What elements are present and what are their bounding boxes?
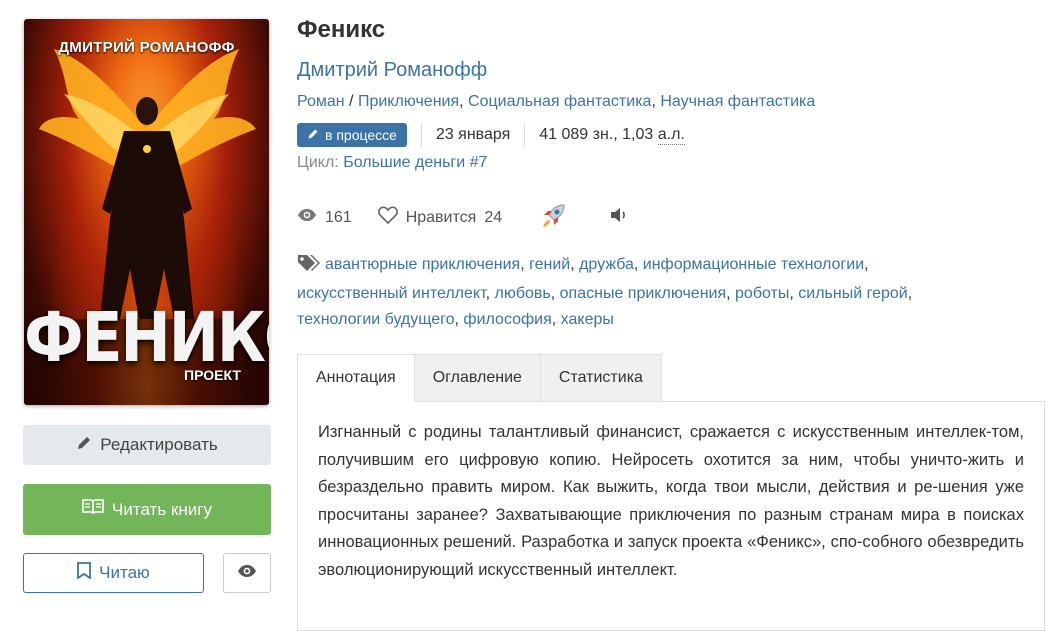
genre-link[interactable]: Научная фантастика: [660, 93, 815, 110]
tag-link[interactable]: искусственный интеллект: [297, 285, 486, 302]
tab-contents[interactable]: Оглавление: [414, 354, 541, 402]
genre-separator: ,: [651, 93, 661, 110]
cover-author: ДМИТРИЙ РОМАНОФФ: [58, 39, 235, 56]
tag-link[interactable]: хакеры: [561, 311, 614, 328]
genre-link[interactable]: Приключения: [358, 93, 459, 110]
tag-link[interactable]: гений: [529, 256, 570, 273]
genre-list: Роман / Приключения, Социальная фантасти…: [297, 93, 815, 111]
cover-subtitle: ПРОЕКТ: [184, 367, 241, 383]
audio-button[interactable]: [610, 207, 628, 228]
genre-link[interactable]: Роман: [297, 93, 345, 110]
edit-button-label: Редактировать: [100, 435, 218, 454]
genre-separator: ,: [459, 93, 469, 110]
tag-link[interactable]: опасные приключения: [560, 285, 726, 302]
open-book-icon: [82, 498, 104, 521]
pencil-icon: [307, 127, 319, 143]
cycle-number[interactable]: #7: [470, 154, 488, 171]
book-stats: 161 Нравится 24: [297, 201, 628, 234]
book-cover[interactable]: ДМИТРИЙ РОМАНОФФ ФЕНИКС ПРОЕКТ: [24, 19, 269, 405]
divider: [420, 123, 422, 147]
cycle-link[interactable]: Большие деньги: [343, 154, 465, 171]
tab-statistics[interactable]: Статистика: [540, 354, 662, 402]
bookmark-icon: [77, 562, 92, 584]
genre-separator: /: [344, 93, 358, 110]
read-book-button[interactable]: Читать книгу: [23, 484, 271, 535]
tag-link[interactable]: информационные технологии: [643, 256, 864, 273]
likes-label: Нравится: [405, 208, 477, 226]
heart-icon: [377, 206, 398, 229]
book-title: Феникс: [297, 16, 386, 43]
speaker-icon: [610, 207, 628, 228]
views-stat: 161: [297, 208, 352, 227]
rocket-icon: [540, 201, 568, 234]
promote-button[interactable]: [540, 201, 568, 234]
tag-link[interactable]: любовь: [495, 285, 551, 302]
annotation-panel: Изгнанный с родины талантливый финансист…: [297, 401, 1045, 631]
author-link[interactable]: Дмитрий Романофф: [297, 59, 487, 82]
read-book-button-label: Читать книгу: [112, 499, 212, 519]
annotation-text: Изгнанный с родины талантливый финансист…: [318, 423, 1024, 579]
tag-link[interactable]: сильный герой: [798, 285, 907, 302]
book-meta: в процессе 23 января 41 089 зн., 1,03 а.…: [297, 122, 685, 148]
publish-date: 23 января: [435, 126, 511, 143]
reading-button[interactable]: Читаю: [23, 553, 204, 593]
size-unit[interactable]: а.л.: [657, 126, 685, 145]
likes-count: 24: [484, 208, 503, 226]
edit-button[interactable]: Редактировать: [23, 425, 271, 465]
cycle-label: Цикл:: [297, 154, 339, 171]
tag-list: авантюрные приключения, гений, дружба, и…: [297, 254, 913, 328]
book-size: 41 089 зн., 1,03: [539, 126, 654, 143]
watch-button[interactable]: [223, 553, 271, 593]
tag-link[interactable]: роботы: [735, 285, 789, 302]
tag-link[interactable]: философия: [463, 311, 551, 328]
status-label: в процессе: [325, 127, 397, 143]
eye-icon: [237, 563, 257, 583]
status-badge: в процессе: [297, 123, 407, 147]
like-button[interactable]: Нравится 24: [377, 206, 503, 229]
views-count: 161: [325, 208, 352, 226]
tab-bar: Аннотация Оглавление Статистика: [297, 354, 662, 402]
tab-annotation[interactable]: Аннотация: [297, 354, 415, 402]
reading-button-label: Читаю: [99, 563, 150, 582]
tag-link[interactable]: технологии будущего: [297, 311, 455, 328]
eye-icon: [297, 208, 317, 227]
pencil-icon: [76, 435, 92, 456]
tag-link[interactable]: авантюрные приключения: [325, 256, 520, 273]
cycle-info: Цикл: Большие деньги #7: [297, 154, 487, 172]
divider: [524, 123, 526, 147]
tags-icon: [297, 254, 321, 281]
tag-link[interactable]: дружба: [579, 256, 634, 273]
genre-link[interactable]: Социальная фантастика: [468, 93, 651, 110]
